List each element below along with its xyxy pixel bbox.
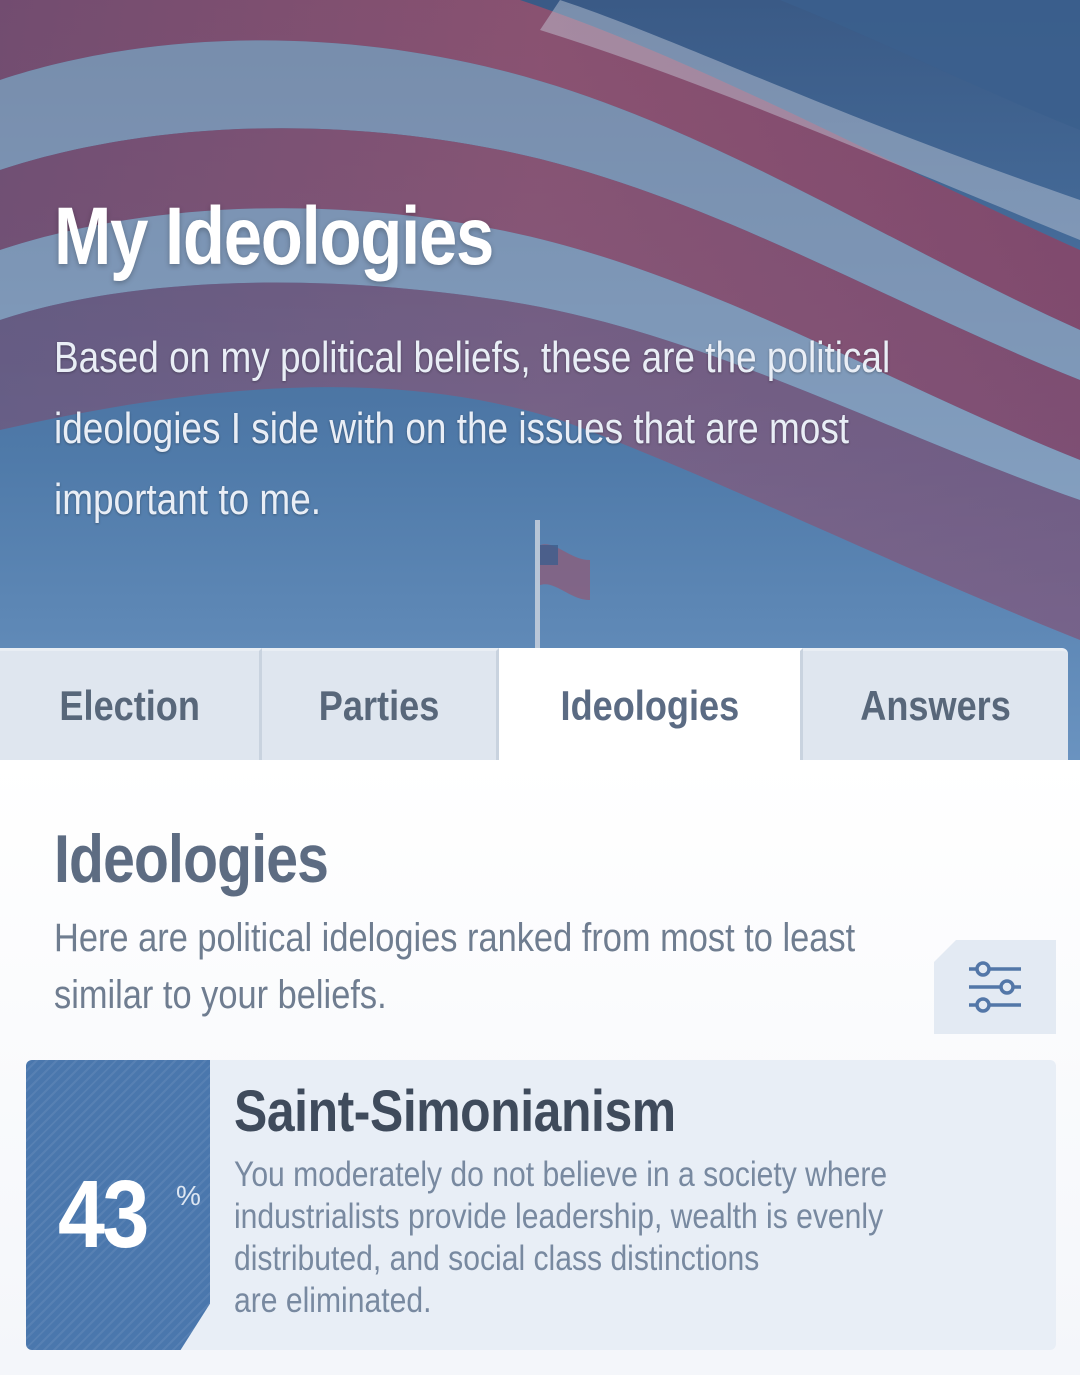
ideology-result-card[interactable]: 43 % Saint-Simonianism You moderately do… [26, 1060, 1056, 1350]
ideology-name: Saint-Simonianism [234, 1079, 676, 1144]
tab-bar: Election Parties Ideologies Answers [0, 648, 1068, 760]
ideology-description-line: distributed, and social class distinctio… [234, 1239, 760, 1278]
section-description-line: similar to your beliefs. [54, 973, 387, 1017]
section-description-line: Here are political idelogies ranked from… [54, 916, 856, 960]
tab-ideologies[interactable]: Ideologies [499, 648, 803, 760]
section-title: Ideologies [54, 821, 329, 897]
page-description-line: ideologies I side with on the issues tha… [54, 404, 850, 453]
ideologies-panel: Ideologies Here are political idelogies … [0, 760, 1080, 1375]
section-description: Here are political idelogies ranked from… [54, 910, 923, 1024]
tab-label: Ideologies [560, 681, 739, 729]
score-badge: 43 % [26, 1060, 210, 1350]
page-description-line: important to me. [54, 475, 322, 524]
score-unit: % [176, 1180, 201, 1211]
tab-answers[interactable]: Answers [803, 648, 1068, 760]
filter-button[interactable] [934, 940, 1056, 1034]
page-description-line: Based on my political beliefs, these are… [54, 333, 891, 382]
tab-label: Parties [318, 681, 440, 729]
page-description: Based on my political beliefs, these are… [54, 322, 1028, 535]
score-value: 43 [58, 1161, 149, 1268]
ideology-description: You moderately do not believe in a socie… [234, 1154, 1025, 1322]
sliders-icon [969, 961, 1021, 1013]
tab-election[interactable]: Election [0, 648, 262, 760]
ideology-description-line: You moderately do not believe in a socie… [234, 1155, 888, 1194]
ideology-description-line: industrialists provide leadership, wealt… [234, 1197, 884, 1236]
tab-parties[interactable]: Parties [262, 648, 499, 760]
ideology-description-line: are eliminated. [234, 1281, 432, 1320]
hero-banner: My Ideologies Based on my political beli… [0, 0, 1080, 760]
tab-label: Election [59, 681, 200, 729]
page-title: My Ideologies [54, 191, 494, 282]
tab-label: Answers [860, 681, 1011, 729]
